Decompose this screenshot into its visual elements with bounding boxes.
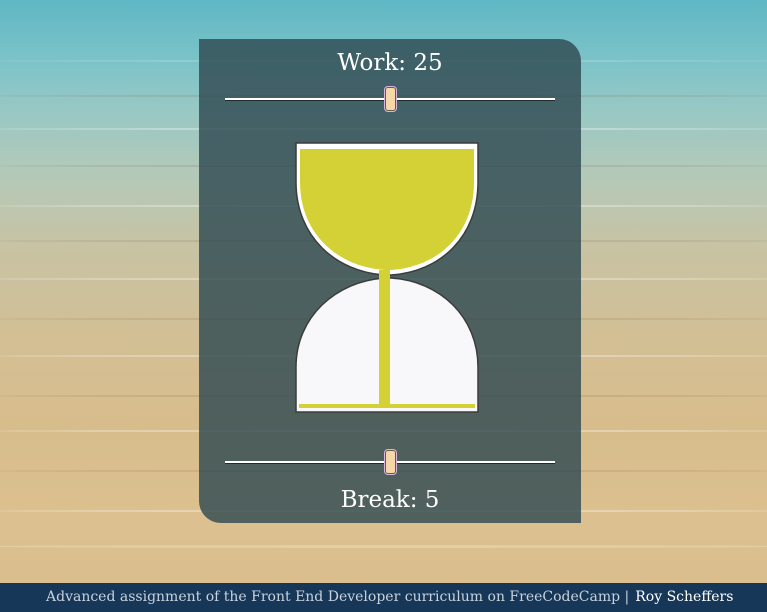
- author-link[interactable]: Roy Scheffers: [635, 589, 733, 605]
- work-slider-thumb[interactable]: [385, 87, 396, 111]
- break-slider-thumb[interactable]: [385, 450, 396, 474]
- beach-background: Work: 25 Break: 5 Advanced assignment of…: [0, 0, 767, 612]
- work-duration-label: Work: 25: [337, 50, 443, 76]
- background-ripple: [0, 545, 767, 548]
- break-duration-slider[interactable]: [225, 449, 555, 475]
- hourglass-sand-stream: [379, 270, 390, 407]
- footer-text: Advanced assignment of the Front End Dev…: [46, 589, 630, 605]
- hourglass-button[interactable]: [295, 142, 481, 414]
- hourglass-bottom-sand: [299, 404, 475, 408]
- break-duration-label: Break: 5: [340, 487, 440, 513]
- work-duration-slider[interactable]: [225, 86, 555, 112]
- pomodoro-timer-card: Work: 25 Break: 5: [199, 39, 581, 523]
- footer-credit: Advanced assignment of the Front End Dev…: [46, 583, 733, 612]
- page-footer: Advanced assignment of the Front End Dev…: [0, 583, 767, 612]
